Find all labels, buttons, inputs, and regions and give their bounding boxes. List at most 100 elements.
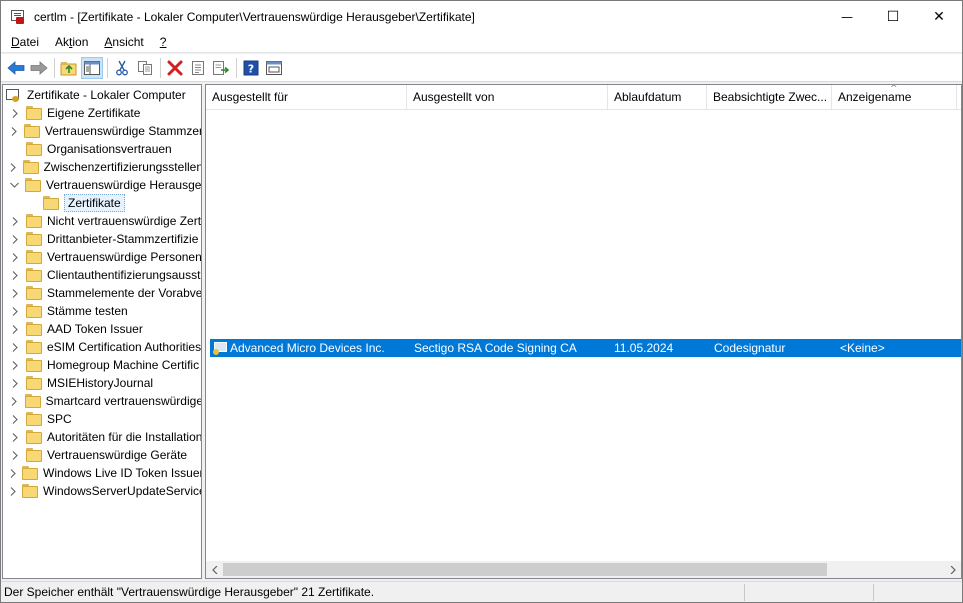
scroll-thumb[interactable] [223,563,827,576]
tree-root[interactable]: Zertifikate - Lokaler Computer [5,86,186,104]
tree-item[interactable]: Vertrauenswürdige Herausgeber [3,176,201,194]
tree-item[interactable]: eSIM Certification Authorities [3,338,201,356]
help-button[interactable]: ? [240,57,262,79]
column-header-issued-to[interactable]: Ausgestellt für [206,85,407,110]
expand-chevron-icon[interactable] [10,338,20,356]
sort-indicator-icon: ^ [890,84,898,94]
export-list-button[interactable] [210,57,232,79]
expand-chevron-icon[interactable] [10,410,20,428]
view-button[interactable] [263,57,285,79]
expand-chevron-icon[interactable] [10,374,20,392]
certlm-app-icon[interactable] [10,9,26,25]
expand-chevron-icon[interactable] [10,266,20,284]
tree-root-label: Zertifikate - Lokaler Computer [27,88,186,102]
minimize-button[interactable]: — [824,1,870,32]
expand-chevron-icon[interactable] [10,356,20,374]
list-header: Ausgestellt für Ausgestellt von Ablaufda… [206,85,961,110]
column-header-purpose[interactable]: Beabsichtigte Zwec... [707,85,832,110]
copy-icon [138,60,152,75]
tree-item[interactable]: MSIEHistoryJournal [3,374,201,392]
expand-chevron-icon[interactable] [10,158,17,176]
expand-chevron-icon[interactable] [10,392,19,410]
tree-item[interactable]: AAD Token Issuer [3,320,201,338]
scroll-left-arrow-icon[interactable] [206,561,223,578]
tree-item[interactable]: Smartcard vertrauenswürdige [3,392,201,410]
list-pane[interactable]: Ausgestellt für Ausgestellt von Ablaufda… [205,84,962,579]
menu-ansicht[interactable]: Ansicht [96,32,151,52]
up-folder-icon [60,61,77,75]
folder-icon [26,304,42,318]
expand-chevron-icon[interactable] [10,320,20,338]
tree-item-label: SPC [47,412,72,426]
column-header-issued-by[interactable]: Ausgestellt von [407,85,608,110]
expand-chevron-icon[interactable] [10,212,20,230]
list-horizontal-scrollbar[interactable] [206,561,961,578]
folder-icon [26,106,42,120]
tree-item[interactable]: Stämme testen [3,302,201,320]
folder-icon [26,250,42,264]
window-title: certlm - [Zertifikate - Lokaler Computer… [34,9,475,24]
tree-item[interactable]: Zertifikate [3,194,201,212]
tree-item[interactable]: WindowsServerUpdateServices [3,482,201,500]
cell-friendly-name: <Keine> [840,341,885,355]
up-folder-button[interactable] [58,57,80,79]
tree-item-label: Vertrauenswürdige Stammzer [44,124,202,138]
back-button[interactable] [5,57,27,79]
tree-item[interactable]: Organisationsvertrauen [3,140,201,158]
tree-item[interactable]: Homegroup Machine Certific [3,356,201,374]
delete-button[interactable] [164,57,186,79]
expand-chevron-icon[interactable] [10,446,20,464]
cell-purpose: Codesignatur [714,341,786,355]
expand-chevron-icon[interactable] [10,122,18,140]
expand-chevron-icon[interactable] [10,464,16,482]
tree-item[interactable]: Stammelemente der Vorabve [3,284,201,302]
expand-chevron-icon[interactable] [10,482,16,500]
toolbar-separator [236,57,237,78]
tree-item[interactable]: Nicht vertrauenswürdige Zert [3,212,201,230]
cut-icon [116,60,128,75]
tree-item[interactable]: Vertrauenswürdige Personen [3,248,201,266]
cut-button[interactable] [111,57,133,79]
close-button[interactable]: ✕ [916,1,962,32]
folder-icon [22,466,38,480]
folder-icon [26,430,42,444]
properties-button[interactable] [187,57,209,79]
expand-chevron-icon[interactable] [10,302,20,320]
menu-help[interactable]: ? [152,32,175,52]
tree-item[interactable]: Autoritäten für die Installation [3,428,202,446]
menu-datei[interactable]: Datei [3,32,47,52]
expand-chevron-icon[interactable] [10,284,20,302]
tree-item[interactable]: Clientauthentifizierungsausst [3,266,201,284]
status-bar: Der Speicher enthält "Vertrauenswürdige … [1,581,962,602]
show-hide-tree-button[interactable] [81,56,103,79]
scroll-right-arrow-icon[interactable] [944,561,961,578]
tree-item-label: Windows Live ID Token Issuer [43,466,202,480]
tree-item[interactable]: SPC [3,410,201,428]
expand-chevron-icon[interactable] [10,428,20,446]
collapse-chevron-icon[interactable] [10,176,19,194]
tree-item[interactable]: Windows Live ID Token Issuer [3,464,202,482]
tree-item[interactable]: Eigene Zertifikate [3,104,201,122]
forward-button[interactable] [28,57,50,79]
copy-button[interactable] [134,57,156,79]
tree-pane[interactable]: Zertifikate - Lokaler Computer Eigene Ze… [2,84,202,579]
expand-chevron-icon[interactable] [10,248,20,266]
menu-aktion[interactable]: Aktion [47,32,96,52]
table-row[interactable]: Advanced Micro Devices Inc. Sectigo RSA … [210,339,961,357]
window-controls: — ☐ ✕ [824,1,962,32]
folder-icon [22,484,38,498]
tree-item[interactable]: Drittanbieter-Stammzertifizie [3,230,201,248]
expand-chevron-icon[interactable] [10,104,20,122]
column-header-expiry[interactable]: Ablaufdatum [608,85,707,110]
title-bar[interactable]: certlm - [Zertifikate - Lokaler Computer… [1,1,962,32]
tree-item[interactable]: Zwischenzertifizierungsstellen [3,158,201,176]
export-list-icon [213,60,230,75]
tree-item[interactable]: Vertrauenswürdige Stammzer [3,122,202,140]
tree-item-label: Autoritäten für die Installation [47,430,202,444]
tree-item-label: Drittanbieter-Stammzertifizie [47,232,199,246]
expand-chevron-icon[interactable] [10,230,20,248]
certificate-store-icon [5,87,23,103]
status-separator [744,584,745,601]
maximize-button[interactable]: ☐ [870,1,916,32]
tree-item[interactable]: Vertrauenswürdige Geräte [3,446,201,464]
